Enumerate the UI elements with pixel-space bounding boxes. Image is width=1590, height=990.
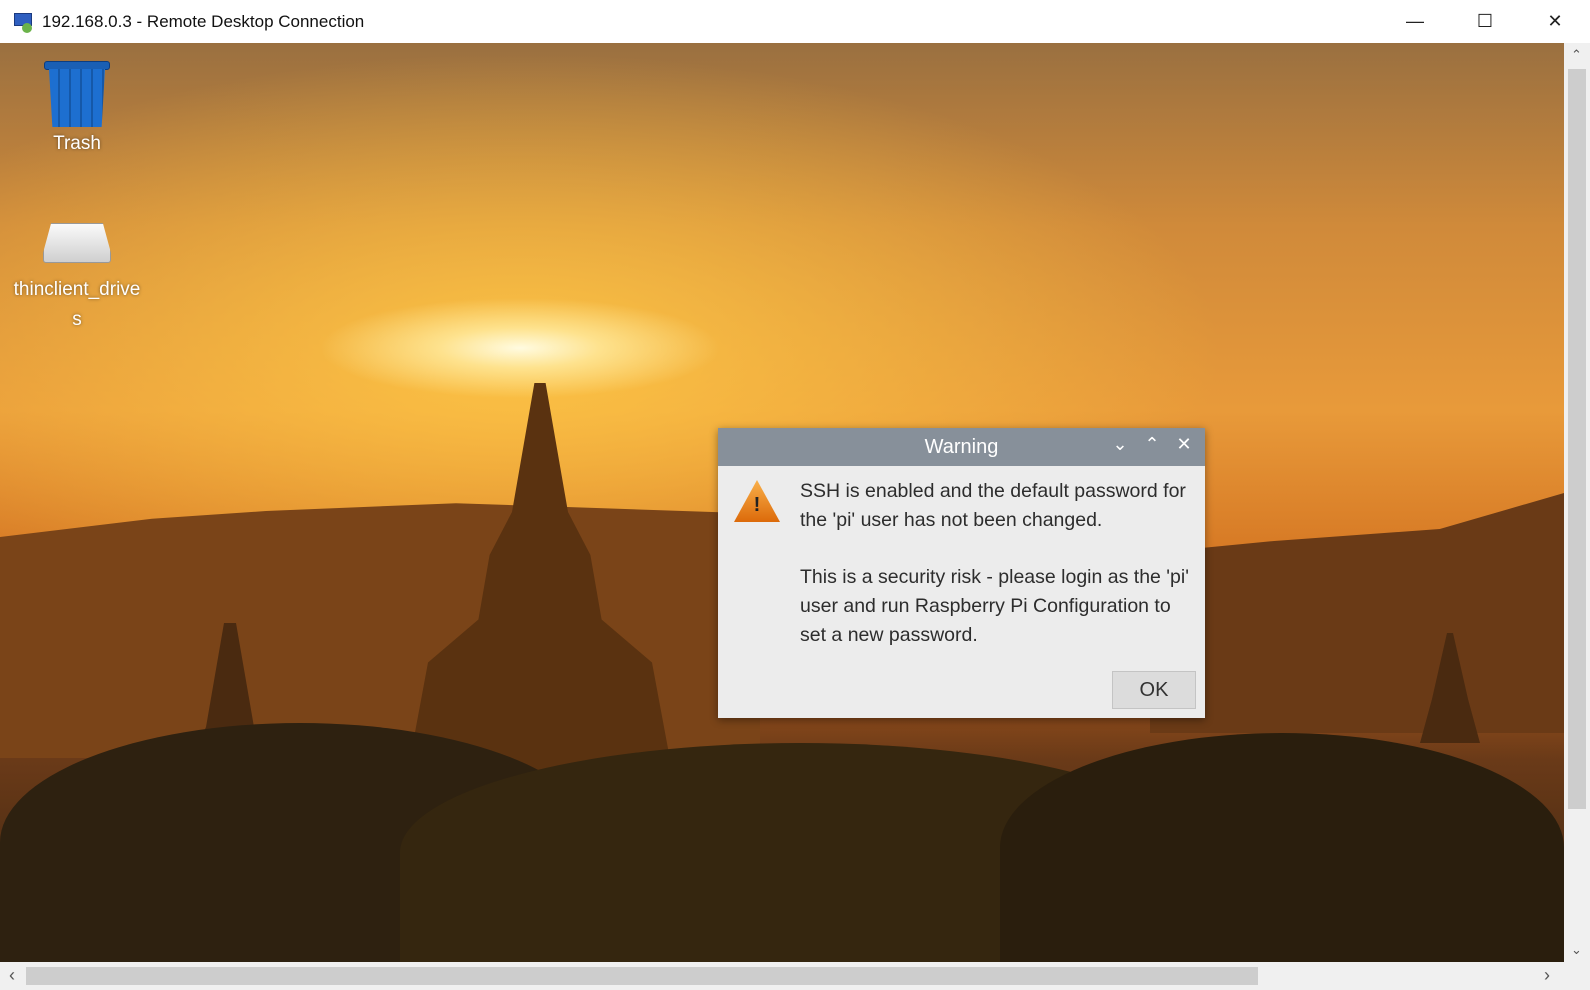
maximize-button[interactable]: ☐ bbox=[1450, 0, 1520, 43]
ok-button[interactable]: OK bbox=[1112, 671, 1196, 709]
scroll-right-arrow[interactable]: › bbox=[1544, 965, 1550, 986]
desktop-icon-trash[interactable]: Trash bbox=[7, 59, 147, 155]
desktop: Trash thinclient_drives Warning ⌄ ⌃ ✕ ! … bbox=[0, 43, 1564, 962]
scroll-down-arrow[interactable]: ⌄ bbox=[1571, 942, 1582, 958]
scroll-left-arrow[interactable]: ‹ bbox=[9, 965, 15, 986]
trees bbox=[1000, 733, 1564, 962]
window-titlebar: 192.168.0.3 - Remote Desktop Connection … bbox=[0, 0, 1590, 43]
resize-grip[interactable] bbox=[1564, 962, 1590, 990]
minimize-button[interactable]: — bbox=[1380, 0, 1450, 43]
desktop-icon-thinclient-drives[interactable]: thinclient_drives bbox=[7, 223, 147, 335]
desktop-icon-label: thinclient_drives bbox=[13, 279, 141, 330]
dialog-titlebar[interactable]: Warning ⌄ ⌃ ✕ bbox=[718, 428, 1205, 466]
horizontal-scrollbar[interactable]: ‹ › bbox=[0, 962, 1564, 990]
vertical-scroll-thumb[interactable] bbox=[1568, 69, 1586, 809]
warning-icon: ! bbox=[734, 480, 780, 522]
scroll-up-arrow[interactable]: ⌃ bbox=[1571, 47, 1582, 63]
trash-icon bbox=[44, 59, 110, 127]
vertical-scrollbar[interactable]: ⌃ ⌄ bbox=[1564, 43, 1590, 962]
window-title: 192.168.0.3 - Remote Desktop Connection bbox=[42, 11, 365, 31]
mountain-right bbox=[1150, 493, 1564, 733]
dialog-title: Warning bbox=[924, 435, 999, 458]
dialog-close-button[interactable]: ✕ bbox=[1171, 434, 1197, 455]
dialog-message-detail: This is a security risk - please login a… bbox=[800, 566, 1189, 646]
remote-desktop-icon bbox=[12, 11, 34, 33]
dialog-minimize-button[interactable]: ⌄ bbox=[1107, 434, 1133, 455]
desktop-icon-label: Trash bbox=[53, 133, 101, 154]
warning-dialog: Warning ⌄ ⌃ ✕ ! SSH is enabled and the d… bbox=[718, 428, 1205, 718]
dialog-message: SSH is enabled and the default password … bbox=[800, 480, 1186, 531]
dialog-maximize-button[interactable]: ⌃ bbox=[1139, 434, 1165, 455]
drive-icon bbox=[43, 223, 111, 263]
close-button[interactable]: ✕ bbox=[1520, 0, 1590, 43]
horizontal-scroll-thumb[interactable] bbox=[26, 967, 1258, 985]
